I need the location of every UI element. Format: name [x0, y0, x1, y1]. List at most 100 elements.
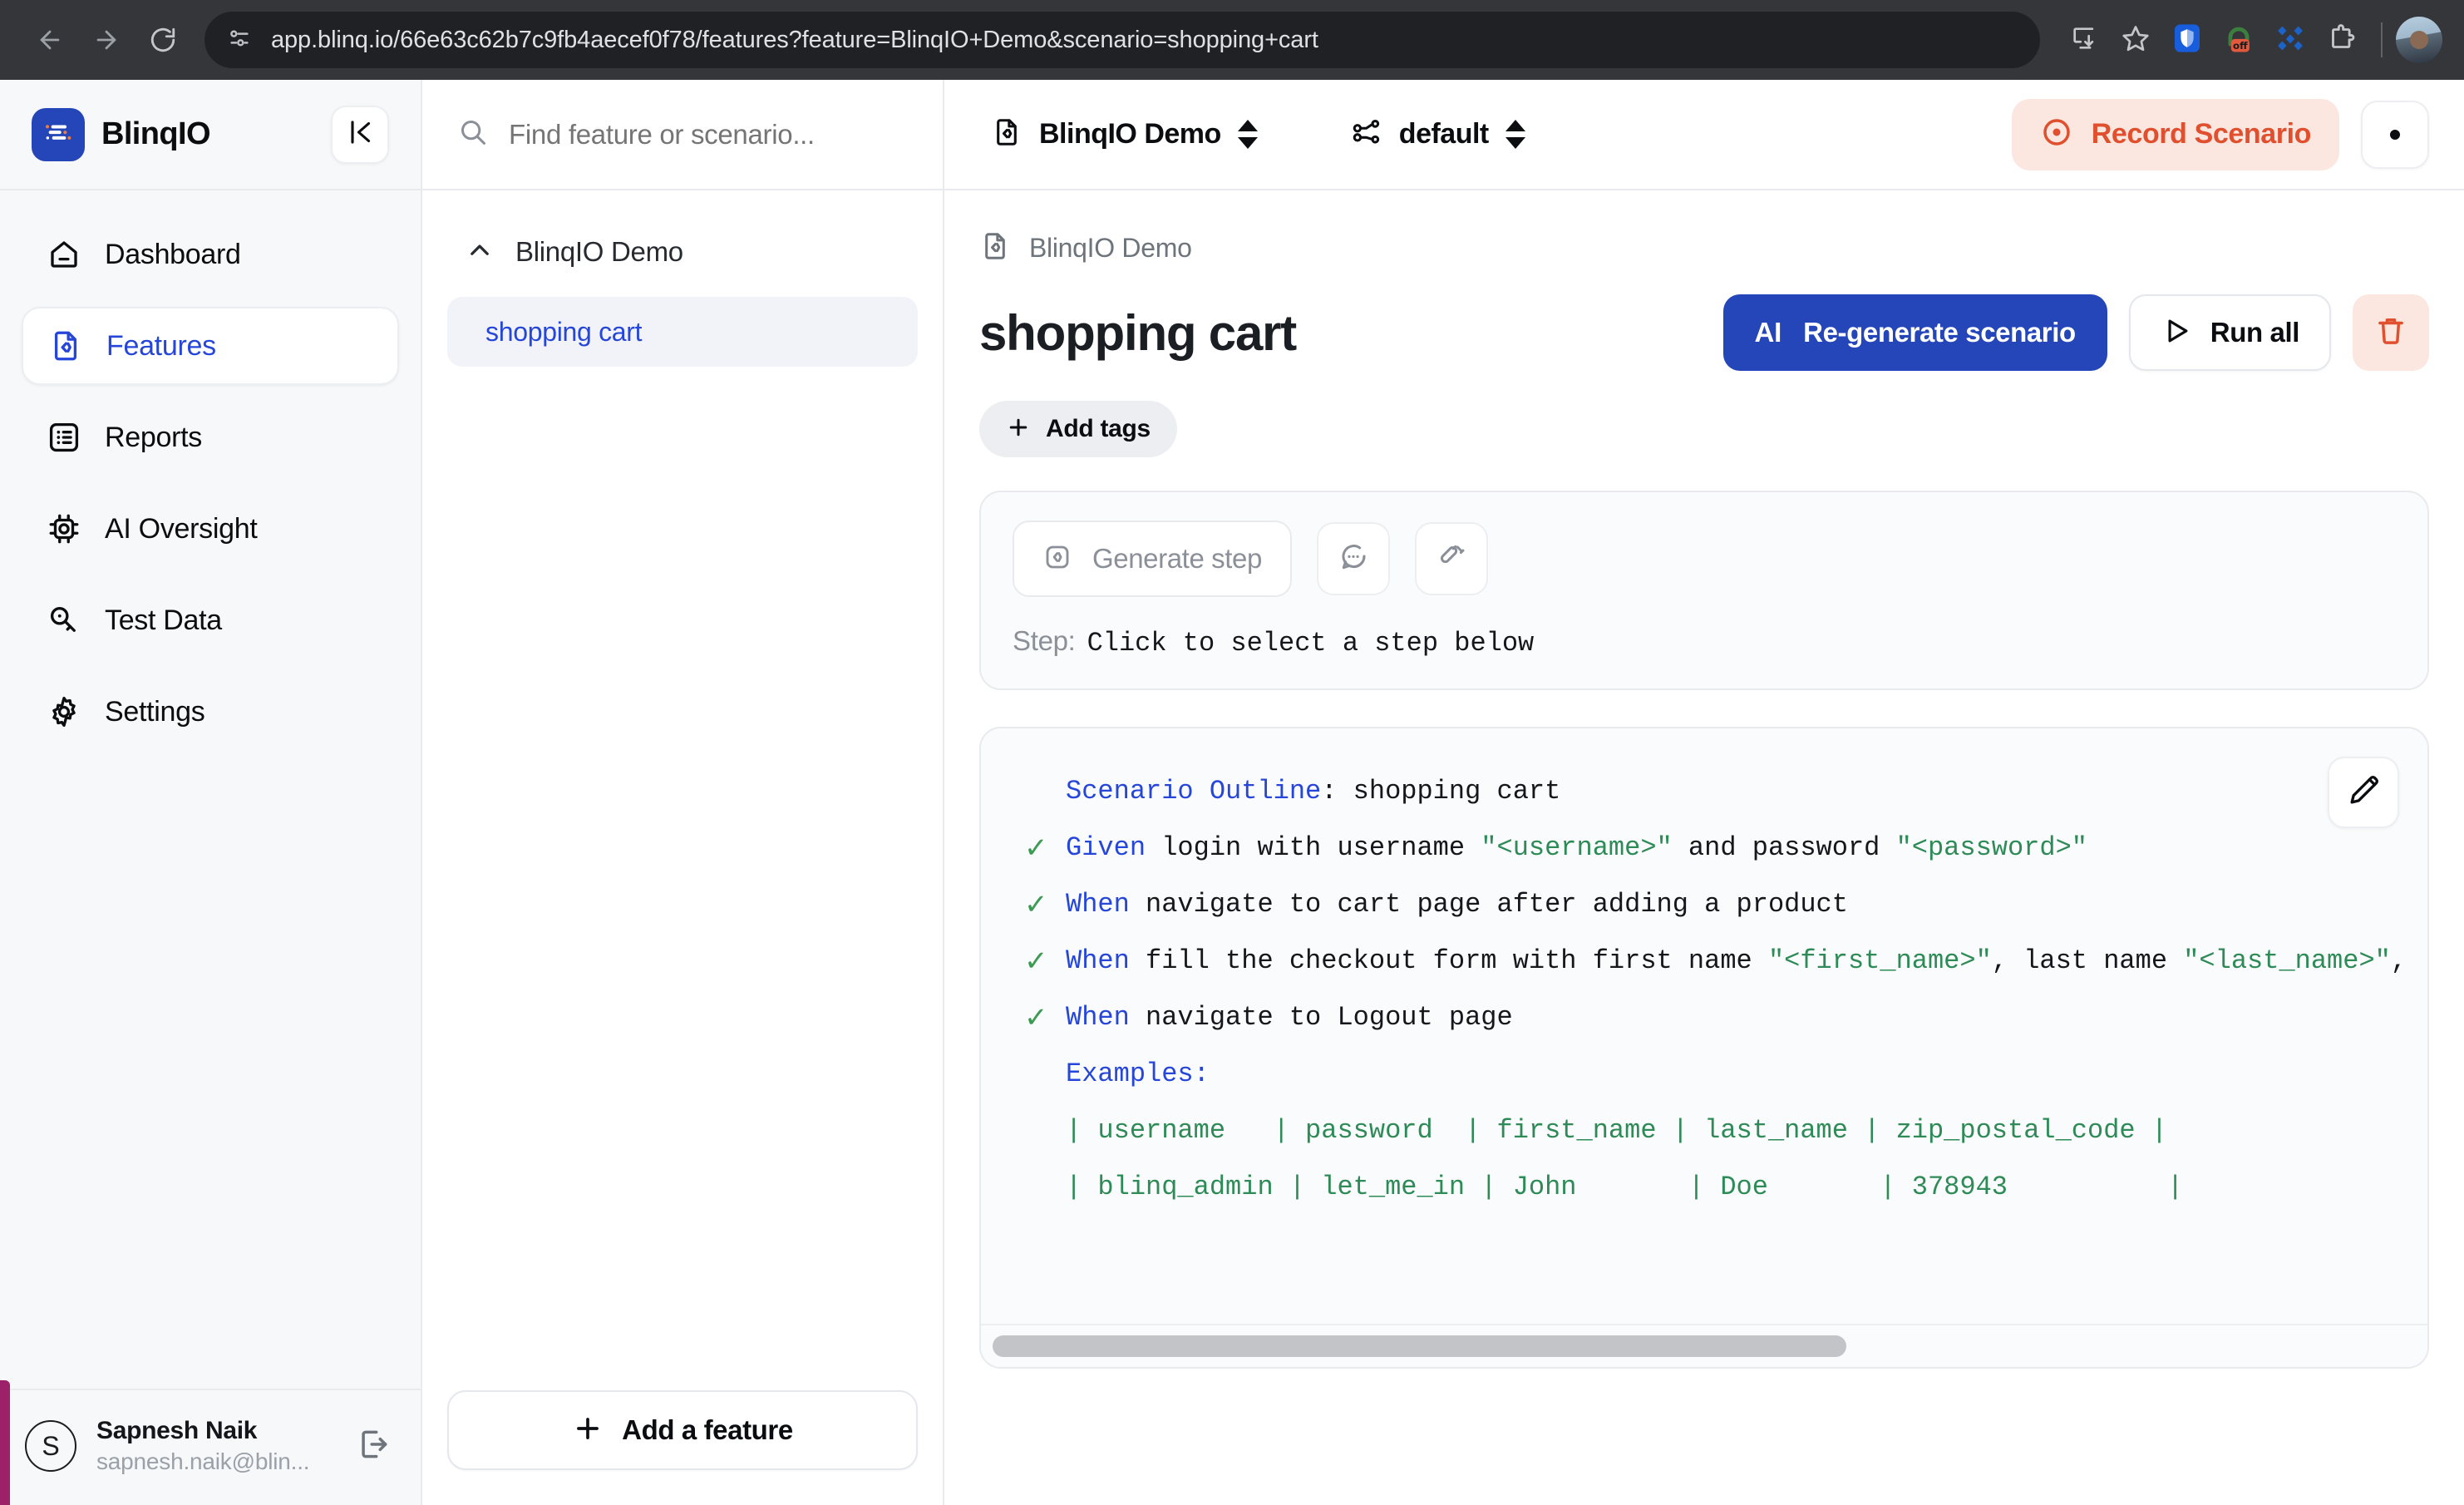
sidebar-item-test-data[interactable]: Test Data: [22, 581, 399, 659]
file-code-icon: [979, 230, 1011, 266]
selected-step-line: Step: Click to select a step below: [1013, 625, 2396, 659]
generate-step-card: Generate step Step: Click to select a st…: [979, 491, 2429, 690]
site-settings-icon[interactable]: [226, 25, 253, 56]
feature-selector[interactable]: BlinqIO Demo: [979, 102, 1269, 167]
left-sidebar: BlinqIO Dashboard Features Reports AI Ov…: [0, 80, 422, 1505]
sidebar-item-ai-oversight[interactable]: AI Oversight: [22, 490, 399, 568]
step-value-label: Click to select a step below: [1087, 628, 1535, 659]
collapse-sidebar-button[interactable]: [331, 105, 389, 164]
regenerate-scenario-label: Re-generate scenario: [1803, 317, 2076, 348]
sidebar-item-label: Features: [106, 329, 216, 362]
gherkin-code-card: Scenario Outline: shopping cart ✓ Given l…: [979, 727, 2429, 1369]
step-line[interactable]: ✓ When fill the checkout form with first…: [981, 933, 2427, 989]
add-feature-label: Add a feature: [622, 1414, 793, 1445]
chevron-up-icon[interactable]: [466, 236, 494, 269]
star-icon: [2121, 23, 2151, 57]
plug-connect-icon: [1436, 541, 1467, 577]
search-icon: [457, 116, 489, 152]
step-line[interactable]: ✓ When navigate to Logout page: [981, 989, 2427, 1046]
user-meta: Sapnesh Naik sapnesh.naik@blin...: [96, 1415, 331, 1477]
logout-button[interactable]: [351, 1424, 396, 1468]
extensions-button[interactable]: [2316, 14, 2368, 66]
run-all-label: Run all: [2210, 317, 2300, 348]
tree-item-shopping-cart[interactable]: shopping cart: [447, 297, 918, 367]
sidebar-item-reports[interactable]: Reports: [22, 398, 399, 476]
bitwarden-extension-button[interactable]: [2161, 14, 2213, 66]
examples-header-row[interactable]: | username | password | first_name | las…: [981, 1103, 2427, 1159]
reload-button[interactable]: [135, 12, 191, 68]
toolbar-divider: [2381, 22, 2383, 57]
trash-icon: [2373, 313, 2408, 353]
record-scenario-button[interactable]: Record Scenario: [2011, 98, 2339, 170]
step-status-icon: ✓: [1024, 1002, 1048, 1034]
ai-badge-label: AI: [1754, 317, 1782, 348]
more-options-button[interactable]: [2361, 100, 2429, 169]
add-tags-button[interactable]: Add tags: [979, 401, 1177, 457]
updown-arrows-icon[interactable]: [1237, 120, 1258, 149]
gherkin-source[interactable]: Scenario Outline: shopping cart ✓ Given l…: [981, 728, 2427, 1324]
sidebar-item-dashboard[interactable]: Dashboard: [22, 215, 399, 294]
bookmark-button[interactable]: [2110, 14, 2161, 66]
scenario-outline-line[interactable]: Scenario Outline: shopping cart: [981, 763, 2427, 820]
generate-step-button[interactable]: Generate step: [1013, 521, 1292, 597]
gear-icon: [45, 693, 83, 731]
edit-scenario-button[interactable]: [2328, 757, 2399, 828]
code-brackets-icon: [1042, 542, 1072, 576]
step-line[interactable]: ✓ Given login with username "<username>"…: [981, 820, 2427, 876]
run-all-button[interactable]: Run all: [2128, 294, 2331, 371]
environment-selector[interactable]: default: [1339, 102, 1537, 167]
comment-button[interactable]: [1316, 522, 1390, 595]
horizontal-scrollbar[interactable]: [981, 1324, 2427, 1367]
updown-arrows-icon[interactable]: [1505, 120, 1525, 149]
address-bar[interactable]: app.blinq.io/66e63c62b7c9fb4aecef0f78/fe…: [205, 12, 2040, 68]
sidebar-user-card[interactable]: S Sapnesh Naik sapnesh.naik@blin...: [0, 1389, 421, 1505]
step-line[interactable]: ✓ When navigate to cart page after addin…: [981, 876, 2427, 933]
logout-icon: [355, 1426, 392, 1467]
sidebar-item-label: Dashboard: [105, 238, 241, 270]
plug-connect-button[interactable]: [1414, 522, 1488, 595]
breadcrumb[interactable]: BlinqIO Demo: [979, 230, 2429, 266]
tree-group-blinqio-demo[interactable]: BlinqIO Demo: [447, 225, 918, 279]
profile-avatar-icon[interactable]: [2396, 17, 2442, 63]
home-icon: [45, 235, 83, 274]
back-arrow-icon: [36, 26, 64, 54]
key-search-icon: [45, 601, 83, 639]
scenario-detail: BlinqIO Demo shopping cart AI Re-generat…: [944, 190, 2464, 1505]
record-target-icon: [2040, 116, 2073, 153]
step-key-label: Step:: [1013, 625, 1076, 656]
ublock-off-extension-icon: off: [2220, 20, 2257, 61]
title-actions: AI Re-generate scenario Run all: [1722, 294, 2429, 371]
play-icon: [2161, 315, 2192, 351]
back-button[interactable]: [22, 12, 78, 68]
forward-button[interactable]: [78, 12, 135, 68]
record-scenario-label: Record Scenario: [2091, 118, 2312, 150]
generate-step-toolbar: Generate step: [1013, 521, 2396, 597]
collapse-panel-icon: [345, 117, 375, 151]
feature-search-bar[interactable]: [422, 80, 943, 190]
user-name: Sapnesh Naik: [96, 1417, 258, 1445]
sidebar-item-label: AI Oversight: [105, 512, 258, 545]
blinq-extension-button[interactable]: [2264, 14, 2316, 66]
step-status-icon: ✓: [1024, 832, 1048, 864]
scrollbar-thumb[interactable]: [993, 1335, 1847, 1357]
plus-icon: [572, 1413, 604, 1448]
step-status-icon: ✓: [1024, 945, 1048, 977]
examples-data-row[interactable]: | blinq_admin | let_me_in | John | Doe |…: [981, 1159, 2427, 1216]
step-status-icon: [1024, 1117, 1066, 1145]
search-input[interactable]: [509, 118, 908, 150]
delete-scenario-button[interactable]: [2353, 294, 2429, 371]
file-code-icon: [991, 116, 1023, 152]
examples-label-line[interactable]: Examples:: [981, 1046, 2427, 1103]
regenerate-scenario-button[interactable]: AI Re-generate scenario: [1722, 294, 2107, 371]
add-feature-button[interactable]: Add a feature: [447, 1390, 918, 1470]
step-status-icon: [1024, 1173, 1066, 1202]
extensions-puzzle-icon: [2327, 23, 2357, 57]
install-app-button[interactable]: [2058, 14, 2110, 66]
step-status-icon: [1024, 777, 1066, 806]
plus-icon: [1006, 415, 1031, 444]
code-line-text: | username | password | first_name | las…: [1066, 1115, 2168, 1146]
sidebar-item-features[interactable]: Features: [22, 307, 399, 385]
file-code-icon: [47, 327, 85, 365]
sidebar-item-settings[interactable]: Settings: [22, 673, 399, 751]
ublock-extension-button[interactable]: off: [2213, 14, 2264, 66]
